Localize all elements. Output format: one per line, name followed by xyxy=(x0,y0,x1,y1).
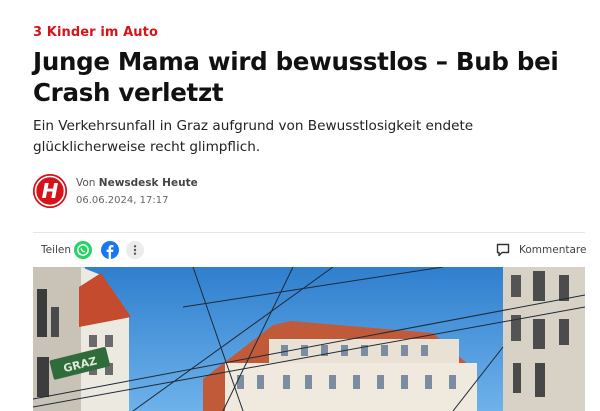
article-kicker: 3 Kinder im Auto xyxy=(33,25,159,40)
article-lead: Ein Verkehrsunfall in Graz aufgrund von … xyxy=(33,118,474,155)
publish-date: 06.06.2024, 17:17 xyxy=(76,195,169,206)
comment-icon xyxy=(496,243,510,257)
facebook-icon[interactable] xyxy=(101,241,119,259)
svg-text:H: H xyxy=(42,179,59,203)
more-options-icon[interactable] xyxy=(126,241,144,259)
byline-prefix: Von xyxy=(76,177,96,189)
author-avatar[interactable]: H xyxy=(33,174,67,208)
hero-image: GRAZ xyxy=(33,267,585,411)
byline: Von Newsdesk Heute xyxy=(76,177,198,189)
article-headline: Junge Mama wird bewusstlos – Bub bei Cra… xyxy=(33,47,559,107)
comments-button[interactable]: Kommentare xyxy=(495,242,586,258)
heute-logo-icon: H xyxy=(33,174,67,208)
author-name[interactable]: Newsdesk Heute xyxy=(99,177,198,189)
share-label: Teilen xyxy=(41,244,72,256)
divider xyxy=(33,232,585,233)
whatsapp-icon[interactable] xyxy=(74,241,92,259)
comments-label: Kommentare xyxy=(519,244,587,256)
